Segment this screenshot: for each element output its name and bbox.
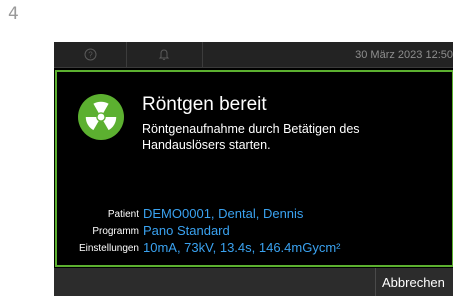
question-circle-icon: ? <box>84 48 96 61</box>
program-value: Pano Standard <box>143 223 230 238</box>
status-bar: ? 30 März 2023 12:50 <box>54 42 453 68</box>
dialog-footer: Abbrechen <box>54 268 453 296</box>
dialog-message: Röntgenaufnahme durch Betätigen des Hand… <box>142 122 360 152</box>
help-button[interactable]: ? <box>54 42 127 67</box>
svg-text:?: ? <box>88 51 93 60</box>
program-label: Programm <box>92 226 139 237</box>
radiation-icon <box>78 94 124 140</box>
patient-label: Patient <box>107 209 139 220</box>
settings-value: 10mA, 73kV, 13.4s, 146.4mGycm² <box>143 240 341 255</box>
device-screen: ? 30 März 2023 12:50 Röntgen bereit Rönt… <box>54 42 453 296</box>
bell-icon <box>158 49 170 61</box>
cancel-button[interactable]: Abbrechen <box>375 268 453 296</box>
notifications-button[interactable] <box>126 42 203 67</box>
status-datetime: 30 März 2023 12:50 <box>355 48 453 61</box>
patient-value: DEMO0001, Dental, Dennis <box>143 206 304 221</box>
step-number: 4 <box>8 4 19 24</box>
xray-ready-dialog: Röntgen bereit Röntgenaufnahme durch Bet… <box>55 70 453 267</box>
dialog-title: Röntgen bereit <box>142 94 267 115</box>
settings-label: Einstellungen <box>78 243 139 254</box>
